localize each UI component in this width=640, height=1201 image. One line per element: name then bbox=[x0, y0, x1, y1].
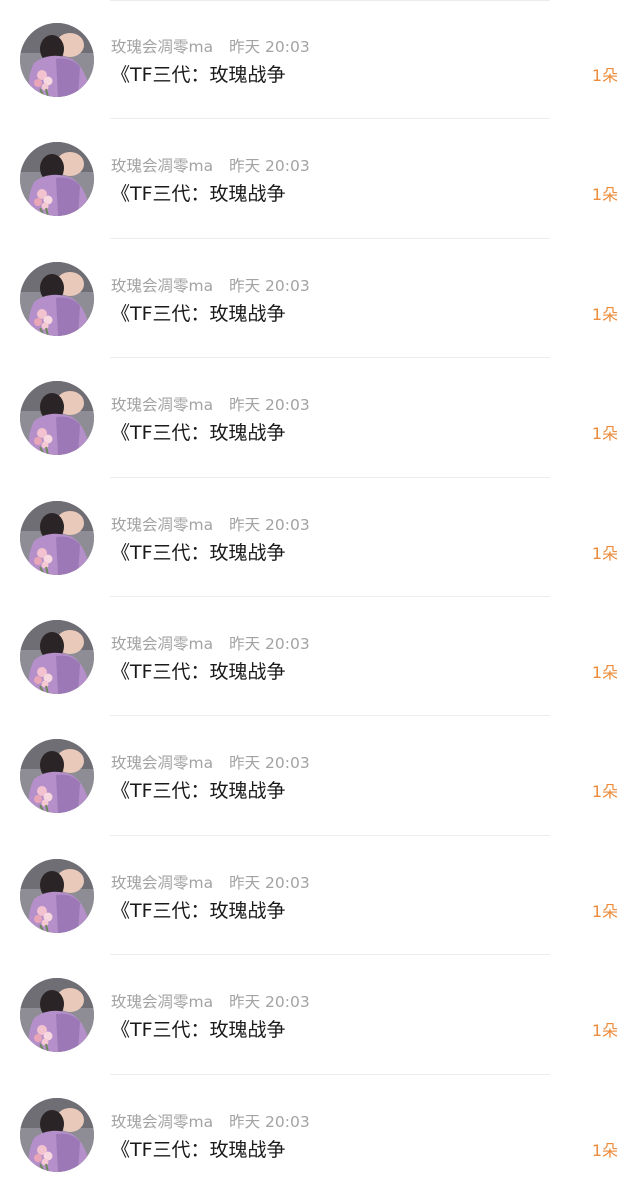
avatar[interactable] bbox=[20, 620, 94, 694]
flower-count: 1朵 bbox=[591, 66, 618, 85]
username[interactable]: 玫瑰会凋零ma bbox=[111, 38, 213, 56]
avatar[interactable] bbox=[20, 23, 94, 97]
username[interactable]: 玫瑰会凋零ma bbox=[111, 993, 213, 1011]
list-item[interactable]: 玫瑰会凋零ma 昨天 20:03 《TF三代：玫瑰战争 1朵 bbox=[0, 836, 640, 956]
timestamp: 昨天 20:03 bbox=[229, 515, 310, 534]
avatar[interactable] bbox=[20, 739, 94, 814]
avatar-photo bbox=[20, 1097, 94, 1172]
flower-count: 1朵 bbox=[591, 185, 618, 205]
meta-line: 玫瑰会凋零ma 昨天 20:03 bbox=[111, 155, 310, 177]
avatar[interactable] bbox=[20, 500, 94, 575]
avatar-photo bbox=[20, 858, 94, 933]
flower-count: 1朵 bbox=[591, 424, 618, 444]
meta-line: 玫瑰会凋零ma 昨天 20:03 bbox=[111, 514, 310, 536]
avatar-photo bbox=[20, 739, 94, 814]
username[interactable]: 玫瑰会凋零ma bbox=[111, 396, 213, 414]
flower-count: 1朵 bbox=[591, 901, 618, 921]
work-title[interactable]: 《TF三代：玫瑰战争 bbox=[111, 659, 286, 685]
username[interactable]: 玫瑰会凋零ma bbox=[111, 754, 213, 772]
work-title[interactable]: 《TF三代：玫瑰战争 bbox=[111, 540, 286, 566]
work-title[interactable]: 《TF三代：玫瑰战争 bbox=[111, 301, 286, 327]
avatar-photo bbox=[20, 620, 94, 694]
timestamp: 昨天 20:03 bbox=[229, 38, 310, 56]
timestamp: 昨天 20:03 bbox=[229, 873, 310, 892]
avatar[interactable] bbox=[20, 858, 94, 933]
list-item[interactable]: 玫瑰会凋零ma 昨天 20:03 《TF三代：玫瑰战争 1朵 bbox=[0, 1075, 640, 1194]
list-item[interactable]: 玫瑰会凋零ma 昨天 20:03 《TF三代：玫瑰战争 1朵 bbox=[0, 0, 640, 120]
meta-line: 玫瑰会凋零ma 昨天 20:03 bbox=[111, 991, 310, 1013]
avatar-photo bbox=[20, 500, 94, 575]
timestamp: 昨天 20:03 bbox=[229, 635, 310, 653]
meta-line: 玫瑰会凋零ma 昨天 20:03 bbox=[111, 1111, 310, 1133]
avatar[interactable] bbox=[20, 261, 94, 336]
list-item[interactable]: 玫瑰会凋零ma 昨天 20:03 《TF三代：玫瑰战争 1朵 bbox=[0, 358, 640, 478]
avatar-photo bbox=[20, 142, 94, 217]
flower-count: 1朵 bbox=[591, 1140, 618, 1160]
list-item[interactable]: 玫瑰会凋零ma 昨天 20:03 《TF三代：玫瑰战争 1朵 bbox=[0, 119, 640, 239]
meta-line: 玫瑰会凋零ma 昨天 20:03 bbox=[111, 275, 310, 297]
avatar-photo bbox=[20, 978, 94, 1053]
avatar[interactable] bbox=[20, 142, 94, 217]
timestamp: 昨天 20:03 bbox=[229, 1112, 310, 1131]
work-title[interactable]: 《TF三代：玫瑰战争 bbox=[111, 1017, 286, 1043]
avatar[interactable] bbox=[20, 381, 94, 456]
username[interactable]: 玫瑰会凋零ma bbox=[111, 516, 213, 534]
list-item[interactable]: 玫瑰会凋零ma 昨天 20:03 《TF三代：玫瑰战争 1朵 bbox=[0, 955, 640, 1075]
work-title[interactable]: 《TF三代：玫瑰战争 bbox=[111, 420, 286, 446]
timestamp: 昨天 20:03 bbox=[229, 157, 310, 176]
avatar[interactable] bbox=[20, 1097, 94, 1172]
flower-count: 1朵 bbox=[591, 782, 618, 802]
timestamp: 昨天 20:03 bbox=[229, 396, 310, 415]
list-item[interactable]: 玫瑰会凋零ma 昨天 20:03 《TF三代：玫瑰战争 1朵 bbox=[0, 239, 640, 359]
list-item[interactable]: 玫瑰会凋零ma 昨天 20:03 《TF三代：玫瑰战争 1朵 bbox=[0, 478, 640, 597]
flower-count: 1朵 bbox=[591, 1021, 618, 1041]
timestamp: 昨天 20:03 bbox=[229, 993, 310, 1012]
timestamp: 昨天 20:03 bbox=[229, 754, 310, 773]
list-item[interactable]: 玫瑰会凋零ma 昨天 20:03 《TF三代：玫瑰战争 1朵 bbox=[0, 716, 640, 836]
avatar-photo bbox=[20, 261, 94, 336]
work-title[interactable]: 《TF三代：玫瑰战争 bbox=[111, 778, 286, 804]
avatar-photo bbox=[20, 381, 94, 456]
meta-line: 玫瑰会凋零ma 昨天 20:03 bbox=[111, 872, 310, 894]
list-item[interactable]: 玫瑰会凋零ma 昨天 20:03 《TF三代：玫瑰战争 1朵 bbox=[0, 597, 640, 717]
work-title[interactable]: 《TF三代：玫瑰战争 bbox=[111, 1137, 286, 1163]
work-title[interactable]: 《TF三代：玫瑰战争 bbox=[111, 898, 286, 924]
username[interactable]: 玫瑰会凋零ma bbox=[111, 277, 213, 295]
username[interactable]: 玫瑰会凋零ma bbox=[111, 635, 213, 653]
avatar-photo bbox=[20, 23, 94, 97]
username[interactable]: 玫瑰会凋零ma bbox=[111, 1113, 213, 1131]
avatar[interactable] bbox=[20, 978, 94, 1053]
meta-line: 玫瑰会凋零ma 昨天 20:03 bbox=[111, 36, 310, 58]
gift-record-list: 玫瑰会凋零ma 昨天 20:03 《TF三代：玫瑰战争 1朵 玫瑰会凋零ma 昨天 … bbox=[0, 0, 640, 1201]
meta-line: 玫瑰会凋零ma 昨天 20:03 bbox=[111, 394, 310, 416]
work-title[interactable]: 《TF三代：玫瑰战争 bbox=[111, 62, 286, 88]
timestamp: 昨天 20:03 bbox=[229, 276, 310, 295]
username[interactable]: 玫瑰会凋零ma bbox=[111, 874, 213, 892]
meta-line: 玫瑰会凋零ma 昨天 20:03 bbox=[111, 752, 310, 774]
flower-count: 1朵 bbox=[591, 663, 618, 682]
flower-count: 1朵 bbox=[591, 543, 618, 563]
work-title[interactable]: 《TF三代：玫瑰战争 bbox=[111, 181, 286, 207]
username[interactable]: 玫瑰会凋零ma bbox=[111, 157, 213, 175]
meta-line: 玫瑰会凋零ma 昨天 20:03 bbox=[111, 633, 310, 655]
flower-count: 1朵 bbox=[591, 304, 618, 324]
